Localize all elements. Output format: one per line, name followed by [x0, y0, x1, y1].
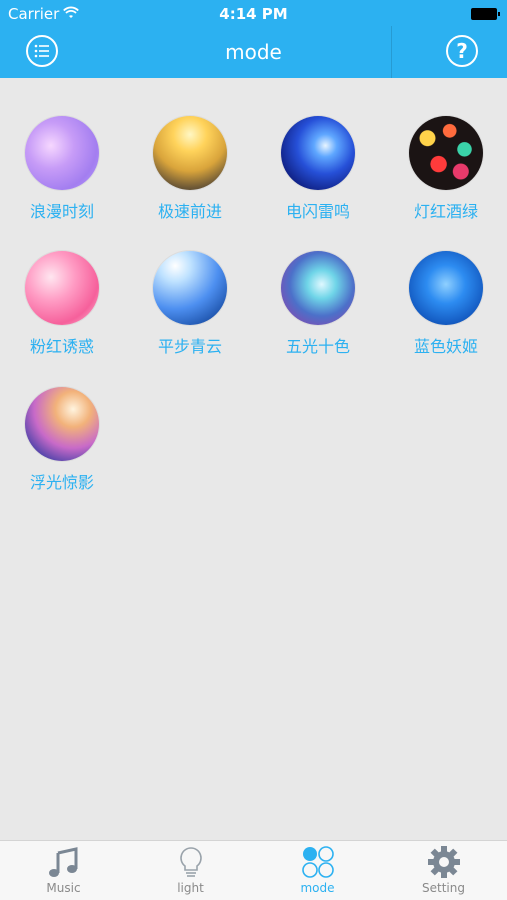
mode-image	[25, 251, 99, 325]
tab-music[interactable]: Music	[0, 845, 127, 895]
mode-image	[25, 116, 99, 190]
status-bar: Carrier 4:14 PM	[0, 0, 507, 26]
page-title: mode	[225, 40, 282, 64]
mode-image	[153, 251, 227, 325]
status-time: 4:14 PM	[219, 5, 288, 23]
mode-label: 浮光惊影	[29, 473, 94, 492]
mode-item-lightning[interactable]: 电闪雷鸣	[263, 110, 373, 222]
gear-icon	[427, 846, 460, 878]
mode-label: 极速前进	[157, 202, 222, 221]
mode-label: 灯红酒绿	[413, 202, 478, 221]
mode-label: 粉红诱惑	[29, 337, 94, 356]
mode-label: 蓝色妖姬	[413, 337, 478, 356]
mode-item-floating-light[interactable]: 浮光惊影	[7, 381, 117, 493]
tab-label: Setting	[422, 881, 465, 895]
help-icon[interactable]: ?	[446, 35, 478, 67]
mode-icon	[301, 846, 334, 878]
tab-light[interactable]: light	[127, 845, 254, 895]
tab-bar: Music light mode Setting	[0, 840, 507, 900]
mode-item-romance[interactable]: 浪漫时刻	[7, 110, 117, 222]
mode-item-pink[interactable]: 粉红诱惑	[7, 245, 117, 357]
mode-image	[409, 251, 483, 325]
tab-label: light	[177, 881, 204, 895]
mode-item-speed[interactable]: 极速前进	[135, 110, 245, 222]
mode-item-colorful[interactable]: 五光十色	[263, 245, 373, 357]
tab-label: Music	[46, 881, 81, 895]
bulb-icon	[179, 847, 202, 877]
mode-item-sky-stairs[interactable]: 平步青云	[135, 245, 245, 357]
tab-setting[interactable]: Setting	[380, 845, 507, 895]
top-header: Carrier 4:14 PM mode ?	[0, 0, 507, 78]
header-divider	[391, 26, 392, 78]
mode-label: 平步青云	[157, 337, 222, 356]
mode-label: 五光十色	[285, 337, 350, 356]
tab-label: mode	[300, 881, 335, 895]
mode-item-blue-flower[interactable]: 蓝色妖姬	[391, 245, 501, 357]
mode-label: 电闪雷鸣	[285, 202, 350, 221]
help-glyph: ?	[456, 39, 468, 63]
mode-label: 浪漫时刻	[29, 202, 94, 221]
music-icon	[48, 847, 77, 877]
mode-image	[281, 116, 355, 190]
mode-image	[25, 387, 99, 461]
mode-image	[409, 116, 483, 190]
mode-image	[281, 251, 355, 325]
battery-icon	[471, 8, 500, 20]
mode-image	[153, 116, 227, 190]
mode-item-bokeh[interactable]: 灯红酒绿	[391, 110, 501, 222]
tab-mode[interactable]: mode	[254, 845, 381, 895]
